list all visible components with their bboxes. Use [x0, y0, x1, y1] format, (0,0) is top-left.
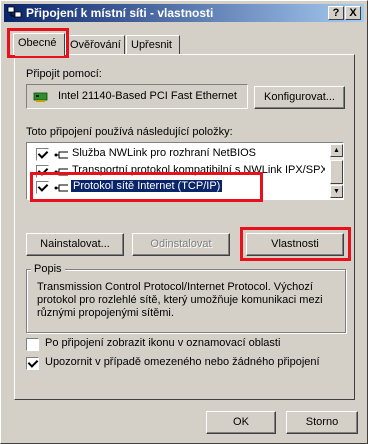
ok-button[interactable]: OK — [206, 411, 276, 434]
adapter-name: Intel 21140-Based PCI Fast Ethernet — [58, 90, 237, 102]
tab-authentication-label: Ověřování — [70, 39, 121, 51]
cancel-button-label: Storno — [305, 416, 339, 428]
adapter-box: Intel 21140-Based PCI Fast Ethernet — [26, 84, 248, 109]
show-tray-icon-checkbox[interactable] — [26, 338, 39, 351]
install-button-label: Nainstalovat... — [40, 238, 110, 250]
component-label-selected: Protokol sítě Internet (TCP/IP) — [71, 180, 223, 192]
notify-limited-checkbox[interactable] — [26, 357, 39, 370]
window-title: Připojení k místní síti - vlastnosti — [26, 6, 214, 20]
component-checkbox[interactable] — [36, 165, 49, 178]
configure-button[interactable]: Konfigurovat... — [254, 86, 345, 109]
tab-general-label: Obecné — [18, 37, 57, 49]
component-checkbox[interactable] — [36, 181, 49, 194]
description-label: Popis — [31, 263, 65, 275]
scroll-up-icon[interactable]: ▲ — [330, 144, 343, 157]
properties-button[interactable]: Vlastnosti — [246, 233, 344, 256]
properties-button-label: Vlastnosti — [271, 238, 319, 250]
network-connection-icon — [7, 6, 22, 18]
tab-general[interactable]: Obecné — [13, 33, 65, 55]
cancel-button[interactable]: Storno — [286, 411, 358, 434]
tab-authentication[interactable]: Ověřování — [65, 35, 125, 55]
scrollbar[interactable]: ▲ ▼ — [330, 144, 343, 198]
scroll-thumb[interactable] — [330, 160, 343, 184]
component-label: Transportní protokol kompatibilní s NWLi… — [72, 164, 325, 176]
network-service-icon — [54, 151, 68, 159]
tab-join — [15, 54, 64, 56]
component-label: Služba NWLink pro rozhraní NetBIOS — [72, 147, 257, 159]
help-button[interactable]: ? — [328, 6, 344, 20]
install-button[interactable]: Nainstalovat... — [26, 233, 124, 256]
component-checkbox[interactable] — [36, 148, 49, 161]
configure-button-label: Konfigurovat... — [264, 91, 335, 103]
network-protocol-icon — [54, 168, 68, 176]
close-button[interactable]: X — [345, 6, 361, 20]
network-protocol-icon — [54, 184, 68, 192]
uninstall-button-label: Odinstalovat — [150, 238, 212, 250]
network-card-icon — [33, 92, 48, 102]
show-tray-icon-label: Po připojení zobrazit ikonu v oznamovací… — [45, 337, 281, 349]
description-text: Transmission Control Protocol/Internet P… — [37, 281, 323, 319]
title-bar[interactable]: Připojení k místní síti - vlastnosti ? X — [4, 4, 364, 22]
properties-window: Připojení k místní síti - vlastnosti ? X… — [0, 0, 368, 444]
components-list[interactable]: Služba NWLink pro rozhraní NetBIOS Trans… — [26, 142, 344, 200]
components-label: Toto připojení používá následující polož… — [26, 126, 233, 138]
tab-advanced[interactable]: Upřesnit — [126, 35, 180, 55]
connect-using-label: Připojit pomocí: — [26, 68, 102, 80]
scroll-down-icon[interactable]: ▼ — [330, 185, 343, 198]
tab-advanced-label: Upřesnit — [131, 39, 172, 51]
notify-limited-label: Upozornit v případě omezeného nebo žádné… — [45, 356, 320, 368]
uninstall-button[interactable]: Odinstalovat — [132, 233, 230, 256]
ok-button-label: OK — [233, 416, 249, 428]
